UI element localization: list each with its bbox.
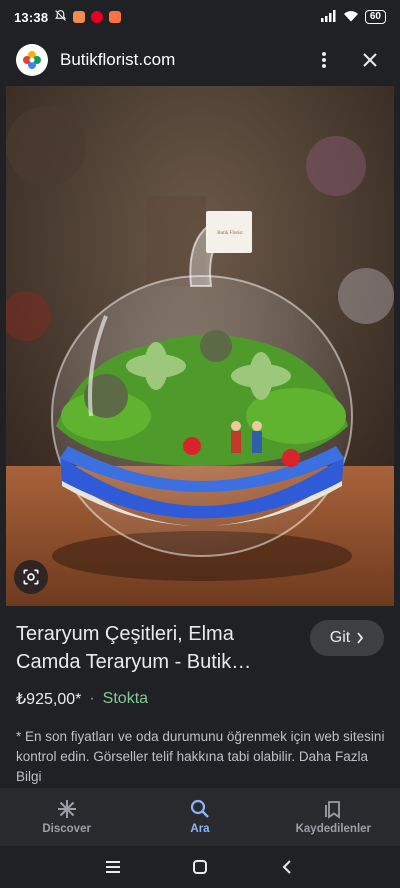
terrarium-illustration — [6, 86, 394, 606]
menu-icon — [106, 861, 121, 873]
product-price: ₺925,00* — [16, 691, 82, 708]
bookmarks-icon — [325, 801, 341, 819]
asterisk-icon — [57, 800, 76, 818]
disclaimer: * En son fiyatları ve oda durumunu öğren… — [16, 727, 388, 787]
wifi-icon — [343, 10, 359, 25]
home-square-icon — [192, 860, 207, 874]
nav-search-label: Ara — [190, 823, 210, 835]
stock-status: Stokta — [102, 690, 149, 707]
nav-discover[interactable]: Discover — [0, 788, 133, 846]
product-title-line2: Camda Teraryum - Butik… — [16, 651, 252, 673]
back-button[interactable] — [275, 855, 299, 879]
signal-icon — [320, 9, 337, 25]
nav-saved-label: Kaydedilenler — [295, 823, 372, 835]
product-title-line1: Teraryum Çeşitleri, Elma — [16, 623, 234, 645]
nav-saved[interactable]: Kaydedilenler — [267, 788, 400, 846]
more-vert-icon — [322, 52, 326, 68]
mute-icon — [54, 9, 67, 25]
status-time: 13:38 — [14, 9, 49, 25]
nav-discover-label: Discover — [42, 823, 91, 835]
back-chevron-icon — [282, 860, 291, 874]
separator: · — [89, 690, 95, 707]
site-header: Butikflorist.com — [0, 34, 400, 86]
gallery-notification-icon — [73, 11, 86, 23]
lens-icon — [23, 569, 39, 585]
search-icon — [190, 799, 209, 818]
close-button[interactable] — [356, 46, 384, 74]
flower-logo-icon — [23, 51, 41, 69]
site-logo — [16, 44, 48, 76]
home-button[interactable] — [188, 855, 212, 879]
recents-button[interactable] — [101, 855, 125, 879]
visit-button-label: Git — [329, 629, 351, 646]
status-left: 13:38 — [14, 9, 122, 25]
pinterest-notification-icon — [91, 11, 104, 23]
chevron-right-icon — [357, 632, 364, 644]
tag-label: Butik Florist — [217, 231, 243, 236]
status-bar: 13:38 60 — [0, 0, 400, 34]
price-row: ₺925,00* · Stokta — [16, 689, 148, 709]
battery-indicator: 60 — [364, 10, 386, 24]
status-right: 60 — [320, 9, 386, 25]
visit-button[interactable]: Git — [310, 620, 384, 656]
system-navigation — [0, 846, 400, 888]
product-title[interactable]: Teraryum Çeşitleri, Elma Camda Teraryum … — [16, 620, 306, 676]
more-options-button[interactable] — [310, 46, 338, 74]
google-lens-button[interactable] — [14, 560, 48, 594]
close-icon — [363, 53, 377, 67]
site-name[interactable]: Butikflorist.com — [60, 50, 175, 70]
nav-search[interactable]: Ara — [133, 788, 266, 846]
product-image[interactable]: Butik Florist — [6, 86, 394, 606]
bottom-navigation: Discover Ara Kaydedilenler — [0, 788, 400, 846]
shop-notification-icon — [109, 11, 122, 23]
